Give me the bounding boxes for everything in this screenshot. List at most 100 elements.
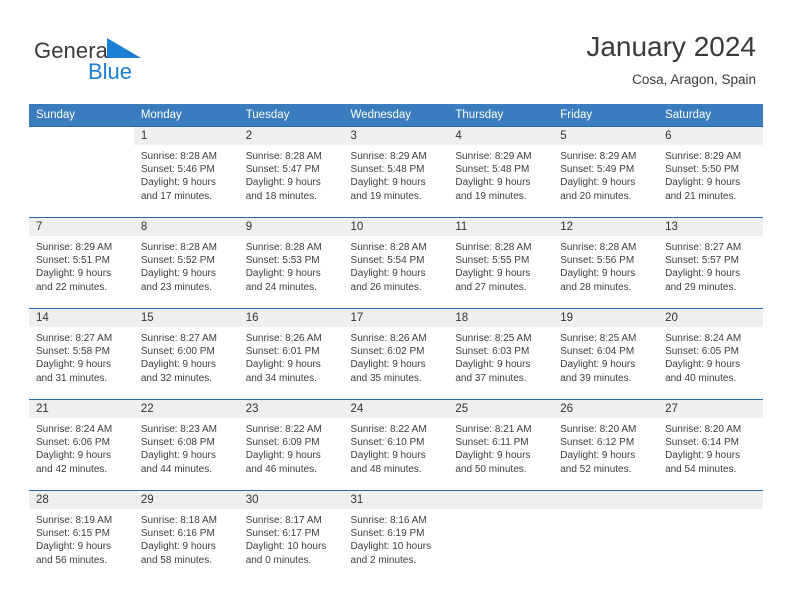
day-cell: 2 Sunrise: 8:28 AM Sunset: 5:47 PM Daylight… <box>238 127 344 217</box>
calendar-cell[interactable]: 18 Sunrise: 8:25 AM Sunset: 6:03 PM Dayligh… <box>448 308 554 400</box>
calendar-week-row: 21 Sunrise: 8:24 AM Sunset: 6:06 PM Dayligh… <box>29 399 763 491</box>
weekday-header-friday: Friday <box>553 104 659 127</box>
sunrise-text: Sunrise: 8:25 AM <box>455 333 532 344</box>
day-number: 15 <box>133 309 239 327</box>
sunset-text: Sunset: 5:52 PM <box>140 255 215 267</box>
daylight-text-line2: and 0 minutes. <box>245 554 312 566</box>
daylight-text-line2: and 19 minutes. <box>455 190 527 202</box>
calendar-page: General Blue January 2024 Cosa, Aragon, … <box>0 0 792 612</box>
calendar-cell[interactable]: 23 Sunrise: 8:22 AM Sunset: 6:09 PM Dayligh… <box>238 399 344 491</box>
daylight-text-line1: Daylight: 9 hours <box>350 359 426 371</box>
calendar-cell[interactable]: 31 Sunrise: 8:16 AM Sunset: 6:19 PM Dayligh… <box>343 490 449 581</box>
sunset-text: Sunset: 6:16 PM <box>140 528 215 540</box>
calendar-cell[interactable]: 29 Sunrise: 8:18 AM Sunset: 6:16 PM Dayligh… <box>133 490 239 581</box>
sunset-text: Sunset: 6:06 PM <box>36 437 110 449</box>
calendar-cell[interactable] <box>29 126 134 218</box>
daylight-text-line1: Daylight: 9 hours <box>665 359 741 371</box>
daylight-text-line2: and 46 minutes. <box>245 463 317 475</box>
weekday-header-thursday: Thursday <box>448 104 554 127</box>
daylight-text-line1: Daylight: 9 hours <box>36 268 112 280</box>
calendar-cell[interactable]: 2 Sunrise: 8:28 AM Sunset: 5:47 PM Daylight… <box>238 126 344 218</box>
calendar-cell[interactable]: 15 Sunrise: 8:27 AM Sunset: 6:00 PM Dayligh… <box>133 308 239 400</box>
day-cell: 17 Sunrise: 8:26 AM Sunset: 6:02 PM Dayligh… <box>343 309 449 399</box>
daylight-text-line1: Daylight: 9 hours <box>245 450 321 462</box>
calendar-cell[interactable] <box>553 490 659 581</box>
day-cell <box>553 491 659 581</box>
sunset-text: Sunset: 6:03 PM <box>455 346 530 358</box>
day-sun-info: Sunrise: 8:18 AM Sunset: 6:16 PM Daylight:… <box>134 509 239 567</box>
calendar-cell[interactable]: 19 Sunrise: 8:25 AM Sunset: 6:04 PM Dayligh… <box>553 308 659 400</box>
sunrise-text: Sunrise: 8:27 AM <box>140 333 217 344</box>
day-number: 25 <box>448 400 554 418</box>
calendar-week-row: 28 Sunrise: 8:19 AM Sunset: 6:15 PM Dayligh… <box>29 490 763 581</box>
day-sun-info: Sunrise: 8:22 AM Sunset: 6:09 PM Daylight:… <box>239 418 344 476</box>
calendar-cell[interactable]: 9 Sunrise: 8:28 AM Sunset: 5:53 PM Daylight… <box>238 217 344 309</box>
sunrise-text: Sunrise: 8:28 AM <box>455 242 532 253</box>
calendar-cell[interactable]: 20 Sunrise: 8:24 AM Sunset: 6:05 PM Dayligh… <box>658 308 763 400</box>
day-number: 13 <box>658 218 763 236</box>
calendar-cell[interactable]: 26 Sunrise: 8:20 AM Sunset: 6:12 PM Dayligh… <box>553 399 659 491</box>
day-cell: 6 Sunrise: 8:29 AM Sunset: 5:50 PM Daylight… <box>658 127 763 217</box>
calendar-cell[interactable]: 7 Sunrise: 8:29 AM Sunset: 5:51 PM Daylight… <box>29 217 134 309</box>
sunset-text: Sunset: 5:50 PM <box>665 164 739 176</box>
day-number: 27 <box>658 400 763 418</box>
calendar-cell[interactable]: 25 Sunrise: 8:21 AM Sunset: 6:11 PM Dayligh… <box>448 399 554 491</box>
sunrise-text: Sunrise: 8:24 AM <box>36 424 113 435</box>
sunset-text: Sunset: 6:15 PM <box>36 528 110 540</box>
sunrise-text: Sunrise: 8:29 AM <box>560 151 637 162</box>
page-subtitle-location: Cosa, Aragon, Spain <box>632 72 756 87</box>
calendar-cell[interactable] <box>658 490 763 581</box>
day-cell: 29 Sunrise: 8:18 AM Sunset: 6:16 PM Dayligh… <box>133 491 239 581</box>
calendar-week-row: 1 Sunrise: 8:28 AM Sunset: 5:46 PM Daylight… <box>29 126 763 218</box>
calendar-cell[interactable]: 28 Sunrise: 8:19 AM Sunset: 6:15 PM Dayligh… <box>29 490 134 581</box>
daylight-text-line1: Daylight: 9 hours <box>665 450 741 462</box>
daylight-text-line1: Daylight: 9 hours <box>140 359 216 371</box>
day-sun-info: Sunrise: 8:28 AM Sunset: 5:52 PM Daylight:… <box>134 236 239 294</box>
day-number: 28 <box>29 491 134 509</box>
calendar-cell[interactable]: 16 Sunrise: 8:26 AM Sunset: 6:01 PM Dayligh… <box>238 308 344 400</box>
sunrise-text: Sunrise: 8:29 AM <box>665 151 742 162</box>
sunrise-text: Sunrise: 8:27 AM <box>665 242 742 253</box>
daylight-text-line2: and 37 minutes. <box>455 372 527 384</box>
calendar-cell[interactable]: 24 Sunrise: 8:22 AM Sunset: 6:10 PM Dayligh… <box>343 399 449 491</box>
calendar-cell[interactable]: 4 Sunrise: 8:29 AM Sunset: 5:48 PM Daylight… <box>448 126 554 218</box>
calendar-cell[interactable]: 21 Sunrise: 8:24 AM Sunset: 6:06 PM Dayligh… <box>29 399 134 491</box>
daylight-text-line2: and 17 minutes. <box>140 190 213 202</box>
calendar-cell[interactable]: 11 Sunrise: 8:28 AM Sunset: 5:55 PM Dayligh… <box>448 217 554 309</box>
calendar-cell[interactable]: 30 Sunrise: 8:17 AM Sunset: 6:17 PM Dayligh… <box>238 490 344 581</box>
day-number: 5 <box>553 127 659 145</box>
day-cell <box>448 491 554 581</box>
daylight-text-line2: and 54 minutes. <box>665 463 737 475</box>
calendar-cell[interactable]: 1 Sunrise: 8:28 AM Sunset: 5:46 PM Daylight… <box>133 126 239 218</box>
day-number: 7 <box>29 218 134 236</box>
daylight-text-line1: Daylight: 10 hours <box>245 541 327 553</box>
calendar-cell[interactable]: 27 Sunrise: 8:20 AM Sunset: 6:14 PM Dayligh… <box>658 399 763 491</box>
sunset-text: Sunset: 6:01 PM <box>245 346 320 358</box>
calendar-cell[interactable]: 17 Sunrise: 8:26 AM Sunset: 6:02 PM Dayligh… <box>343 308 449 400</box>
sunset-text: Sunset: 5:48 PM <box>455 164 530 176</box>
daylight-text-line2: and 50 minutes. <box>455 463 527 475</box>
calendar-cell[interactable]: 13 Sunrise: 8:27 AM Sunset: 5:57 PM Dayligh… <box>658 217 763 309</box>
day-sun-info: Sunrise: 8:27 AM Sunset: 6:00 PM Daylight:… <box>134 327 239 385</box>
daylight-text-line2: and 52 minutes. <box>560 463 632 475</box>
weekday-header-sunday: Sunday <box>29 104 134 127</box>
daylight-text-line1: Daylight: 9 hours <box>245 359 321 371</box>
daylight-text-line2: and 34 minutes. <box>245 372 317 384</box>
calendar-cell[interactable]: 22 Sunrise: 8:23 AM Sunset: 6:08 PM Dayligh… <box>133 399 239 491</box>
general-blue-logo[interactable]: General Blue <box>34 36 234 88</box>
calendar-cell[interactable]: 12 Sunrise: 8:28 AM Sunset: 5:56 PM Dayligh… <box>553 217 659 309</box>
sunrise-text: Sunrise: 8:18 AM <box>140 515 217 526</box>
calendar-cell[interactable]: 8 Sunrise: 8:28 AM Sunset: 5:52 PM Daylight… <box>133 217 239 309</box>
calendar-cell[interactable]: 10 Sunrise: 8:28 AM Sunset: 5:54 PM Dayligh… <box>343 217 449 309</box>
day-number: 4 <box>448 127 554 145</box>
calendar-cell[interactable]: 14 Sunrise: 8:27 AM Sunset: 5:58 PM Dayligh… <box>29 308 134 400</box>
calendar-cell[interactable] <box>448 490 554 581</box>
day-number: 22 <box>133 400 239 418</box>
calendar-cell[interactable]: 6 Sunrise: 8:29 AM Sunset: 5:50 PM Daylight… <box>658 126 763 218</box>
weekday-header-saturday: Saturday <box>658 104 763 127</box>
day-sun-info: Sunrise: 8:21 AM Sunset: 6:11 PM Daylight:… <box>448 418 553 476</box>
calendar-cell[interactable]: 3 Sunrise: 8:29 AM Sunset: 5:48 PM Daylight… <box>343 126 449 218</box>
daylight-text-line2: and 21 minutes. <box>665 190 737 202</box>
calendar-cell[interactable]: 5 Sunrise: 8:29 AM Sunset: 5:49 PM Daylight… <box>553 126 659 218</box>
sunset-text: Sunset: 6:02 PM <box>350 346 425 358</box>
